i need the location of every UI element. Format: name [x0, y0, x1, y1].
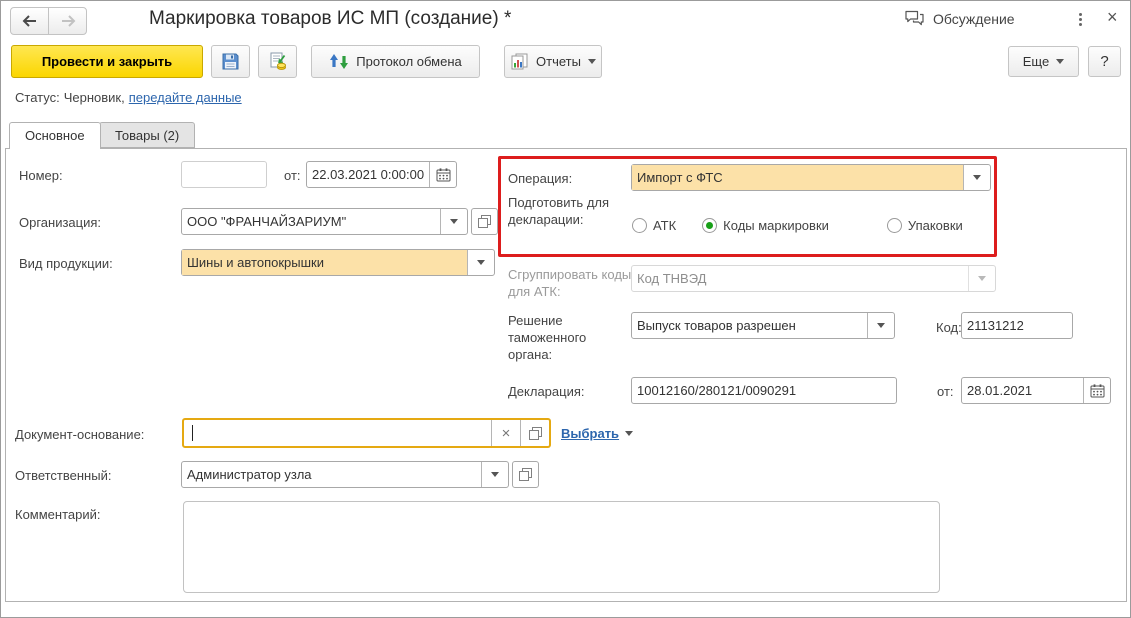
prepare-for-label: Подготовить для декларации:	[508, 194, 620, 228]
group-codes-label: Сгруппировать коды для АТК:	[508, 266, 636, 300]
discussion-label: Обсуждение	[933, 11, 1015, 27]
document-window: Маркировка товаров ИС МП (создание) * Об…	[0, 0, 1131, 618]
operation-label: Операция:	[508, 170, 572, 187]
declaration-input[interactable]: 10012160/280121/0090291	[631, 377, 897, 404]
send-data-link[interactable]: передайте данные	[129, 90, 242, 105]
declaration-label: Декларация:	[508, 383, 585, 400]
status-label: Статус:	[15, 90, 60, 105]
help-button[interactable]: ?	[1088, 46, 1121, 77]
more-button[interactable]: Еще	[1008, 46, 1079, 77]
declaration-date-input[interactable]: 28.01.2021	[961, 377, 1111, 404]
nav-history-group	[10, 7, 87, 35]
number-input[interactable]	[181, 161, 267, 188]
dropdown-button[interactable]	[481, 462, 508, 487]
dropdown-button	[968, 266, 995, 291]
open-form-icon	[529, 427, 542, 440]
calendar-button[interactable]	[1083, 378, 1110, 403]
calendar-button[interactable]	[429, 162, 456, 187]
status-bar: Статус: Черновик, передайте данные	[15, 90, 242, 105]
radio-circle-icon	[887, 218, 902, 233]
chevron-down-icon	[978, 276, 986, 281]
radio-circle-icon	[632, 218, 647, 233]
arrow-left-icon	[22, 15, 38, 27]
chevron-down-icon	[477, 260, 485, 265]
organization-label: Организация:	[19, 214, 101, 231]
calendar-icon	[436, 168, 451, 182]
report-chart-icon	[510, 53, 529, 71]
reports-button[interactable]: Отчеты	[504, 45, 602, 78]
chevron-down-icon	[1056, 59, 1064, 64]
open-form-icon	[478, 215, 491, 228]
operation-combo[interactable]: Импорт с ФТС	[631, 164, 991, 191]
base-document-input[interactable]: ×	[182, 418, 551, 448]
chevron-down-icon	[973, 175, 981, 180]
post-and-close-button[interactable]: Провести и закрыть	[11, 45, 203, 78]
clear-x-icon: ×	[502, 425, 511, 442]
post-document-icon	[268, 52, 287, 71]
code-input[interactable]: 21131212	[961, 312, 1073, 339]
chevron-down-icon	[588, 59, 596, 64]
open-form-icon	[519, 468, 532, 481]
exchange-arrows-icon	[329, 53, 349, 70]
page-title: Маркировка товаров ИС МП (создание) *	[149, 8, 511, 30]
chevron-down-icon	[450, 219, 458, 224]
comment-label: Комментарий:	[15, 506, 101, 523]
customs-decision-combo[interactable]: Выпуск товаров разрешен	[631, 312, 895, 339]
back-button[interactable]	[10, 7, 49, 35]
base-document-label: Документ-основание:	[15, 426, 144, 443]
dropdown-button[interactable]	[440, 209, 467, 234]
clear-button[interactable]: ×	[491, 420, 520, 446]
text-caret	[192, 425, 193, 441]
prepare-for-radio-group: АТК Коды маркировки Упаковки	[632, 218, 963, 233]
declaration-date-from-label: от:	[937, 383, 954, 400]
document-date-input[interactable]: 22.03.2021 0:00:00	[306, 161, 457, 188]
forward-button[interactable]	[48, 7, 87, 35]
organization-open-button[interactable]	[471, 208, 498, 235]
save-button[interactable]	[211, 45, 250, 78]
dropdown-button[interactable]	[963, 165, 990, 190]
calendar-icon	[1090, 384, 1105, 398]
radio-atk[interactable]: АТК	[632, 218, 676, 233]
comment-input[interactable]	[183, 501, 940, 593]
dropdown-button[interactable]	[867, 313, 894, 338]
radio-circle-selected-icon	[702, 218, 717, 233]
tab-main[interactable]: Основное	[9, 122, 101, 149]
responsible-combo[interactable]: Администратор узла	[181, 461, 509, 488]
discussion-icon	[904, 10, 925, 27]
chevron-down-icon	[877, 323, 885, 328]
chevron-down-icon	[625, 431, 633, 436]
choose-link[interactable]: Выбрать	[561, 426, 633, 441]
dropdown-button[interactable]	[467, 250, 494, 275]
post-document-button[interactable]	[258, 45, 297, 78]
responsible-open-button[interactable]	[512, 461, 539, 488]
status-value: Черновик,	[64, 90, 125, 105]
date-from-label: от:	[284, 167, 301, 184]
group-codes-combo: Код ТНВЭД	[631, 265, 996, 292]
number-label: Номер:	[19, 167, 63, 184]
arrow-right-icon	[60, 15, 76, 27]
tab-goods[interactable]: Товары (2)	[99, 122, 195, 148]
responsible-label: Ответственный:	[15, 467, 111, 484]
radio-marking-codes[interactable]: Коды маркировки	[702, 218, 829, 233]
code-label: Код:	[936, 319, 962, 336]
discussion-button[interactable]: Обсуждение	[904, 10, 1015, 27]
customs-decision-label: Решение таможенного органа:	[508, 312, 628, 363]
kebab-menu-icon[interactable]	[1073, 11, 1088, 28]
organization-combo[interactable]: ООО "ФРАНЧАЙЗАРИУМ"	[181, 208, 468, 235]
product-kind-combo[interactable]: Шины и автопокрышки	[181, 249, 495, 276]
save-icon	[221, 52, 240, 71]
close-icon[interactable]: ×	[1101, 5, 1124, 30]
chevron-down-icon	[491, 472, 499, 477]
base-document-open-button[interactable]	[520, 420, 549, 446]
product-kind-label: Вид продукции:	[19, 255, 113, 272]
exchange-protocol-button[interactable]: Протокол обмена	[311, 45, 480, 78]
radio-packages[interactable]: Упаковки	[887, 218, 963, 233]
